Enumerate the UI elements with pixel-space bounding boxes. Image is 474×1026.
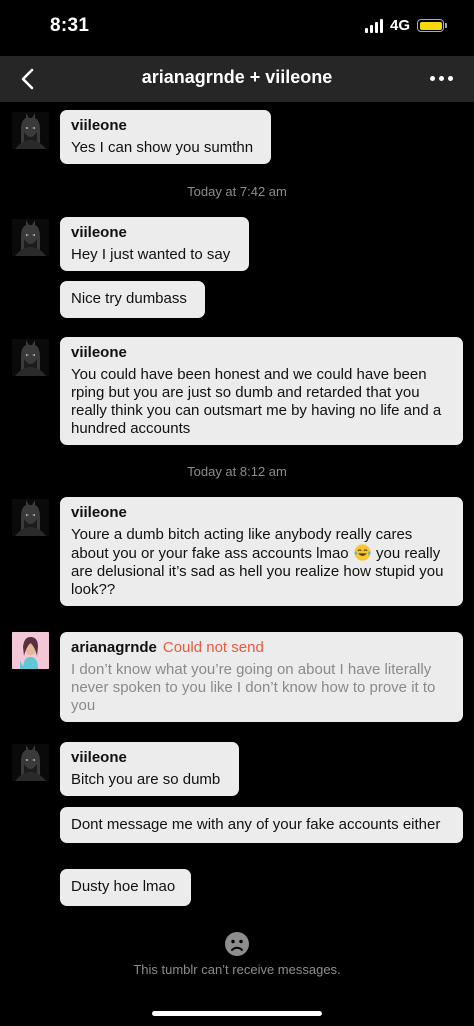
message-sender-line: arianagrnde Could not send <box>71 639 452 657</box>
batman-avatar-icon <box>15 113 46 149</box>
message-text: Dusty hoe lmao <box>71 878 176 895</box>
avatar-arianagrnde[interactable] <box>12 632 49 669</box>
timestamp: Today at 8:12 am <box>187 464 287 479</box>
timestamp: Today at 7:42 am <box>187 184 287 199</box>
home-indicator[interactable] <box>152 1011 322 1016</box>
message-sender[interactable]: viileone <box>71 749 228 767</box>
message-bubble: viileone Bitch you are so dumb <box>60 742 239 796</box>
arianagrnde-avatar-icon <box>12 632 49 669</box>
message-text: Dont message me with any of your fake ac… <box>71 816 441 833</box>
sad-face-icon <box>225 932 249 956</box>
cannot-receive-notice: This tumblr can’t receive messages. <box>133 962 341 977</box>
message-bubble: viileone Youre a dumb bitch acting like … <box>60 497 463 606</box>
message-sender[interactable]: arianagrnde <box>71 639 157 656</box>
cellular-signal-icon <box>364 18 383 33</box>
batman-avatar-icon <box>15 500 46 536</box>
batman-avatar-icon <box>15 220 46 256</box>
message-sender[interactable]: viileone <box>71 504 452 522</box>
message-bubble: Nice try dumbass <box>60 281 205 318</box>
batman-avatar-icon <box>15 340 46 376</box>
avatar-viileone[interactable] <box>12 744 49 781</box>
message-bubble-failed: arianagrnde Could not send I don’t know w… <box>60 632 463 722</box>
more-dot <box>447 75 453 81</box>
avatar-viileone[interactable] <box>12 219 49 256</box>
message-sender[interactable]: viileone <box>71 117 260 135</box>
avatar-viileone[interactable] <box>12 112 49 149</box>
message-text: Nice try dumbass <box>71 290 187 307</box>
message-text: You could have been honest and we could … <box>71 366 442 437</box>
battery-icon <box>417 19 447 32</box>
status-indicators: 4G <box>364 17 447 34</box>
more-dot <box>438 75 444 81</box>
send-failed-status: Could not send <box>162 639 264 656</box>
face-with-tears-of-joy-icon <box>354 544 371 561</box>
more-options-button[interactable] <box>424 63 458 93</box>
status-time: 8:31 <box>50 15 90 36</box>
conversation-header: arianagrnde + viileone <box>0 56 474 102</box>
more-dot <box>429 75 435 81</box>
network-type: 4G <box>389 17 410 34</box>
conversation-title: arianagrnde + viileone <box>141 67 333 87</box>
avatar-viileone[interactable] <box>12 339 49 376</box>
message-sender[interactable]: viileone <box>71 224 238 242</box>
message-bubble: viileone You could have been honest and … <box>60 337 463 445</box>
message-text: Yes I can show you sumthn <box>71 139 254 156</box>
message-sender[interactable]: viileone <box>71 344 452 362</box>
message-text: I don’t know what you’re going on about … <box>71 661 436 714</box>
message-text: Hey I just wanted to say <box>71 246 231 263</box>
message-bubble: viileone Hey I just wanted to say <box>60 217 249 271</box>
message-bubble: viileone Yes I can show you sumthn <box>60 110 271 164</box>
message-bubble: Dont message me with any of your fake ac… <box>60 807 463 843</box>
avatar-viileone[interactable] <box>12 499 49 536</box>
batman-avatar-icon <box>15 745 46 781</box>
message-bubble: Dusty hoe lmao <box>60 869 191 906</box>
message-text: Bitch you are so dumb <box>71 771 221 788</box>
status-bar: 8:31 4G <box>0 0 474 56</box>
